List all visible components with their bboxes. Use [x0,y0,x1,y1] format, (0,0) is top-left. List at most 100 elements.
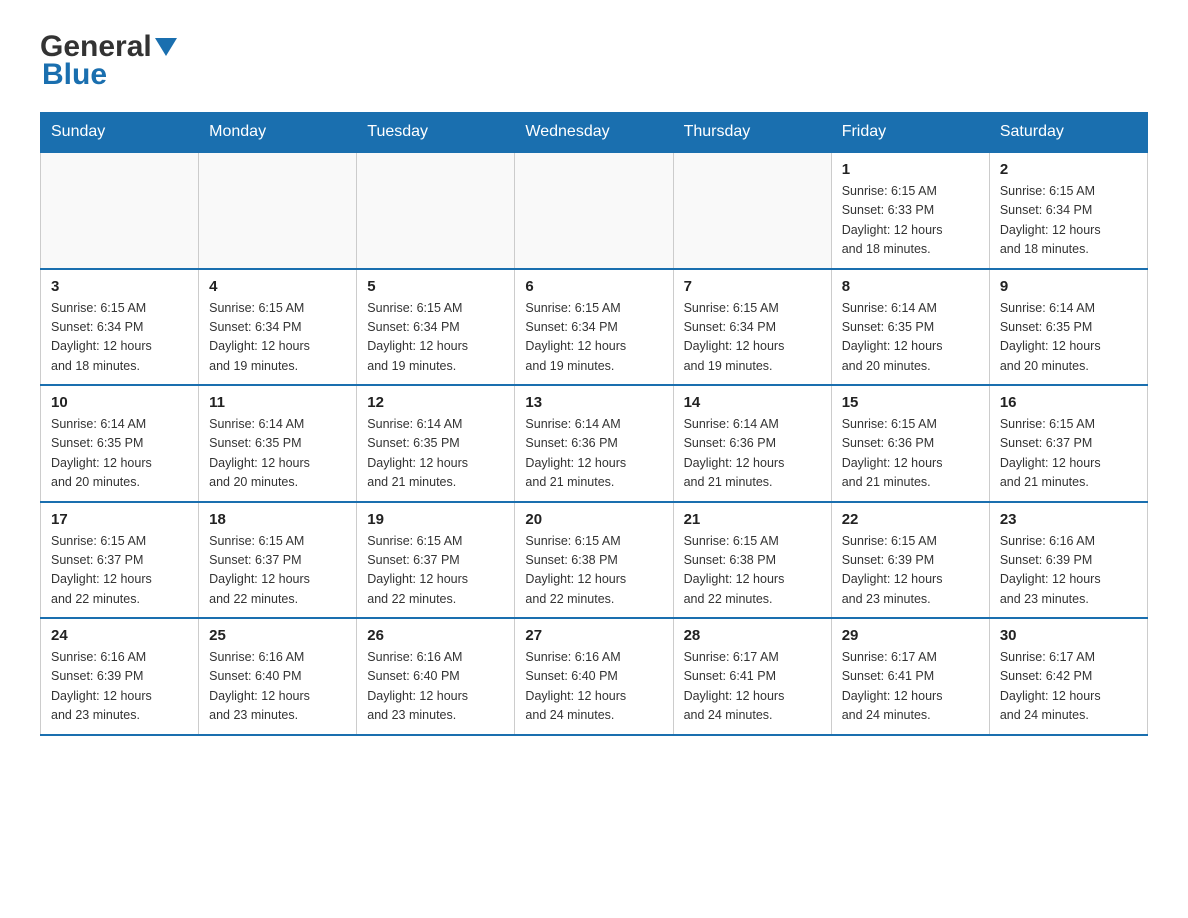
calendar-cell: 2Sunrise: 6:15 AM Sunset: 6:34 PM Daylig… [989,152,1147,269]
calendar-cell: 14Sunrise: 6:14 AM Sunset: 6:36 PM Dayli… [673,385,831,502]
calendar-table: SundayMondayTuesdayWednesdayThursdayFrid… [40,112,1148,736]
day-number: 21 [684,511,821,528]
calendar-cell [357,152,515,269]
weekday-header-row: SundayMondayTuesdayWednesdayThursdayFrid… [41,113,1148,153]
day-number: 6 [525,278,662,295]
week-row-4: 17Sunrise: 6:15 AM Sunset: 6:37 PM Dayli… [41,502,1148,619]
calendar-cell: 6 Sunrise: 6:15 AM Sunset: 6:34 PM Daylig… [515,269,673,386]
calendar-cell: 22 Sunrise: 6:15 AM Sunset: 6:39 PM Dayli… [831,502,989,619]
day-number: 16 [1000,394,1137,411]
day-info: Sunrise: 6:14 AM Sunset: 6:35 PM Dayligh… [51,415,188,493]
logo: General Blue [40,30,177,92]
day-info: Sunrise: 6:14 AM Sunset: 6:36 PM Dayligh… [525,415,662,493]
calendar-cell: 20 Sunrise: 6:15 AM Sunset: 6:38 PM Dayli… [515,502,673,619]
calendar-cell [199,152,357,269]
day-number: 3 [51,278,188,295]
day-number: 26 [367,627,504,644]
day-info: Sunrise: 6:15 AM Sunset: 6:37 PM Dayligh… [51,532,188,610]
calendar-cell: 11 Sunrise: 6:14 AM Sunset: 6:35 PM Dayli… [199,385,357,502]
day-info: Sunrise: 6:15 AM Sunset: 6:34 PM Dayligh… [684,299,821,377]
calendar-cell: 13Sunrise: 6:14 AM Sunset: 6:36 PM Dayli… [515,385,673,502]
calendar-cell: 21 Sunrise: 6:15 AM Sunset: 6:38 PM Dayli… [673,502,831,619]
day-info: Sunrise: 6:15 AM Sunset: 6:34 PM Dayligh… [209,299,346,377]
calendar-cell: 15 Sunrise: 6:15 AM Sunset: 6:36 PM Dayli… [831,385,989,502]
day-info: Sunrise: 6:17 AM Sunset: 6:42 PM Dayligh… [1000,648,1137,726]
day-number: 4 [209,278,346,295]
day-number: 19 [367,511,504,528]
day-info: Sunrise: 6:17 AM Sunset: 6:41 PM Dayligh… [842,648,979,726]
day-info: Sunrise: 6:14 AM Sunset: 6:35 PM Dayligh… [1000,299,1137,377]
day-info: Sunrise: 6:16 AM Sunset: 6:40 PM Dayligh… [209,648,346,726]
day-info: Sunrise: 6:15 AM Sunset: 6:37 PM Dayligh… [209,532,346,610]
calendar-cell: 12 Sunrise: 6:14 AM Sunset: 6:35 PM Dayli… [357,385,515,502]
calendar-cell: 24 Sunrise: 6:16 AM Sunset: 6:39 PM Dayli… [41,618,199,735]
calendar-cell [41,152,199,269]
calendar-cell: 25 Sunrise: 6:16 AM Sunset: 6:40 PM Dayli… [199,618,357,735]
day-number: 23 [1000,511,1137,528]
logo-blue-text: Blue [42,58,107,92]
header-friday: Friday [831,113,989,153]
calendar-cell: 18 Sunrise: 6:15 AM Sunset: 6:37 PM Dayli… [199,502,357,619]
day-number: 1 [842,161,979,178]
day-info: Sunrise: 6:17 AM Sunset: 6:41 PM Dayligh… [684,648,821,726]
week-row-3: 10Sunrise: 6:14 AM Sunset: 6:35 PM Dayli… [41,385,1148,502]
day-info: Sunrise: 6:16 AM Sunset: 6:39 PM Dayligh… [51,648,188,726]
day-info: Sunrise: 6:15 AM Sunset: 6:34 PM Dayligh… [525,299,662,377]
day-info: Sunrise: 6:16 AM Sunset: 6:40 PM Dayligh… [367,648,504,726]
day-info: Sunrise: 6:14 AM Sunset: 6:35 PM Dayligh… [209,415,346,493]
day-info: Sunrise: 6:15 AM Sunset: 6:36 PM Dayligh… [842,415,979,493]
day-number: 25 [209,627,346,644]
day-info: Sunrise: 6:15 AM Sunset: 6:34 PM Dayligh… [1000,182,1137,260]
day-info: Sunrise: 6:14 AM Sunset: 6:36 PM Dayligh… [684,415,821,493]
day-number: 12 [367,394,504,411]
day-info: Sunrise: 6:15 AM Sunset: 6:37 PM Dayligh… [1000,415,1137,493]
calendar-cell: 4 Sunrise: 6:15 AM Sunset: 6:34 PM Daylig… [199,269,357,386]
day-info: Sunrise: 6:15 AM Sunset: 6:38 PM Dayligh… [525,532,662,610]
calendar-cell: 3 Sunrise: 6:15 AM Sunset: 6:34 PM Daylig… [41,269,199,386]
header-wednesday: Wednesday [515,113,673,153]
calendar-cell: 1Sunrise: 6:15 AM Sunset: 6:33 PM Daylig… [831,152,989,269]
calendar-cell [515,152,673,269]
calendar-cell: 9 Sunrise: 6:14 AM Sunset: 6:35 PM Daylig… [989,269,1147,386]
day-number: 11 [209,394,346,411]
day-info: Sunrise: 6:14 AM Sunset: 6:35 PM Dayligh… [367,415,504,493]
day-number: 8 [842,278,979,295]
calendar-cell [673,152,831,269]
day-number: 27 [525,627,662,644]
calendar-cell: 7 Sunrise: 6:15 AM Sunset: 6:34 PM Daylig… [673,269,831,386]
calendar-cell: 30 Sunrise: 6:17 AM Sunset: 6:42 PM Dayli… [989,618,1147,735]
day-info: Sunrise: 6:14 AM Sunset: 6:35 PM Dayligh… [842,299,979,377]
header-monday: Monday [199,113,357,153]
day-number: 5 [367,278,504,295]
calendar-cell: 16 Sunrise: 6:15 AM Sunset: 6:37 PM Dayli… [989,385,1147,502]
day-number: 7 [684,278,821,295]
day-number: 28 [684,627,821,644]
calendar-cell: 5 Sunrise: 6:15 AM Sunset: 6:34 PM Daylig… [357,269,515,386]
calendar-cell: 10Sunrise: 6:14 AM Sunset: 6:35 PM Dayli… [41,385,199,502]
page-header: General Blue [40,30,1148,92]
calendar-cell: 26 Sunrise: 6:16 AM Sunset: 6:40 PM Dayli… [357,618,515,735]
day-info: Sunrise: 6:16 AM Sunset: 6:40 PM Dayligh… [525,648,662,726]
week-row-2: 3 Sunrise: 6:15 AM Sunset: 6:34 PM Daylig… [41,269,1148,386]
calendar-cell: 27 Sunrise: 6:16 AM Sunset: 6:40 PM Dayli… [515,618,673,735]
week-row-5: 24 Sunrise: 6:16 AM Sunset: 6:39 PM Dayli… [41,618,1148,735]
day-number: 20 [525,511,662,528]
header-tuesday: Tuesday [357,113,515,153]
day-info: Sunrise: 6:16 AM Sunset: 6:39 PM Dayligh… [1000,532,1137,610]
day-number: 30 [1000,627,1137,644]
day-number: 15 [842,394,979,411]
day-info: Sunrise: 6:15 AM Sunset: 6:37 PM Dayligh… [367,532,504,610]
day-number: 18 [209,511,346,528]
week-row-1: 1Sunrise: 6:15 AM Sunset: 6:33 PM Daylig… [41,152,1148,269]
day-number: 9 [1000,278,1137,295]
day-info: Sunrise: 6:15 AM Sunset: 6:38 PM Dayligh… [684,532,821,610]
header-sunday: Sunday [41,113,199,153]
day-info: Sunrise: 6:15 AM Sunset: 6:34 PM Dayligh… [367,299,504,377]
calendar-cell: 17Sunrise: 6:15 AM Sunset: 6:37 PM Dayli… [41,502,199,619]
day-info: Sunrise: 6:15 AM Sunset: 6:34 PM Dayligh… [51,299,188,377]
calendar-cell: 23 Sunrise: 6:16 AM Sunset: 6:39 PM Dayli… [989,502,1147,619]
day-number: 22 [842,511,979,528]
calendar-cell: 29Sunrise: 6:17 AM Sunset: 6:41 PM Dayli… [831,618,989,735]
day-number: 24 [51,627,188,644]
day-info: Sunrise: 6:15 AM Sunset: 6:39 PM Dayligh… [842,532,979,610]
